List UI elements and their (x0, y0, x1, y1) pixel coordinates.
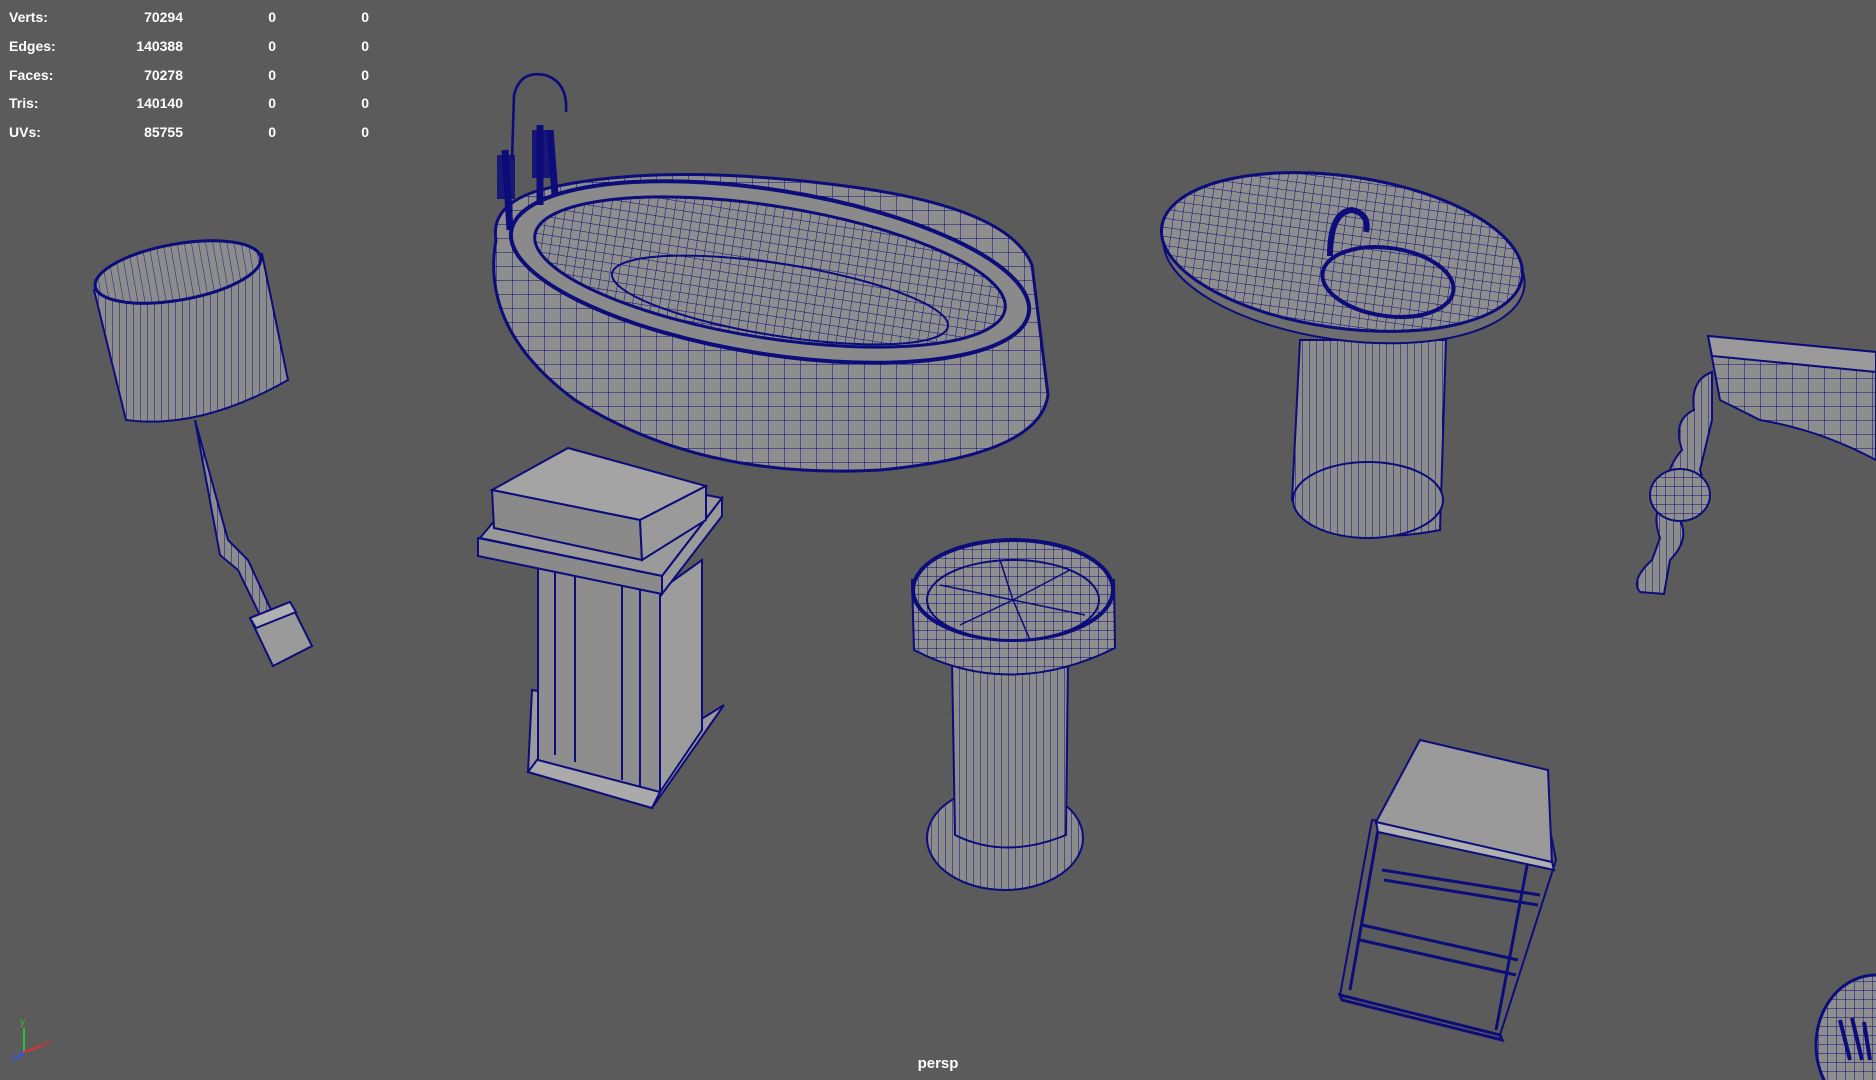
hud-value-total: 140140 (136, 95, 183, 112)
hud-row-uvs: UVs: 85755 0 0 (9, 118, 369, 147)
hud-value-total: 85755 (144, 124, 183, 141)
hud-value-selected: 0 (268, 38, 276, 55)
camera-name-label: persp (917, 1055, 959, 1072)
hud-value-total: 70294 (144, 9, 183, 26)
axis-x-label: x (45, 1037, 50, 1048)
hud-value-total: 140388 (136, 38, 183, 55)
hud-value-selected: 0 (268, 9, 276, 26)
hud-row-edges: Edges: 140388 0 0 (9, 32, 369, 61)
hud-value-selected: 0 (268, 124, 276, 141)
axis-y-label: y (20, 1017, 25, 1028)
pedestal-sink[interactable] (1151, 151, 1535, 539)
hud-row-verts: Verts: 70294 0 0 (9, 3, 369, 32)
hud-label: Edges: (9, 38, 56, 55)
table-lamp[interactable] (90, 230, 314, 668)
hud-value-total: 70278 (144, 66, 183, 83)
round-pedestal[interactable] (910, 538, 1117, 891)
hud-label: Verts: (9, 9, 48, 26)
hud-label: Tris: (9, 95, 39, 112)
3d-viewport[interactable] (0, 0, 1876, 1080)
hud-value-components: 0 (361, 9, 369, 26)
bathtub[interactable] (492, 72, 1050, 473)
hud-label: Faces: (9, 66, 54, 83)
hud-label: UVs: (9, 124, 41, 141)
heads-up-display-stats: Verts: 70294 0 0 Edges: 140388 0 0 Faces… (9, 3, 369, 146)
hud-value-components: 0 (361, 38, 369, 55)
side-table[interactable] (1337, 738, 1558, 1043)
lectern-stand[interactable] (477, 446, 725, 810)
hud-value-selected: 0 (268, 95, 276, 112)
hud-row-faces: Faces: 70278 0 0 (9, 60, 369, 89)
hud-value-selected: 0 (268, 66, 276, 83)
hud-value-components: 0 (361, 95, 369, 112)
hud-value-components: 0 (361, 66, 369, 83)
hud-row-tris: Tris: 140140 0 0 (9, 89, 369, 118)
console-table[interactable] (1636, 334, 1876, 596)
hud-value-components: 0 (361, 124, 369, 141)
